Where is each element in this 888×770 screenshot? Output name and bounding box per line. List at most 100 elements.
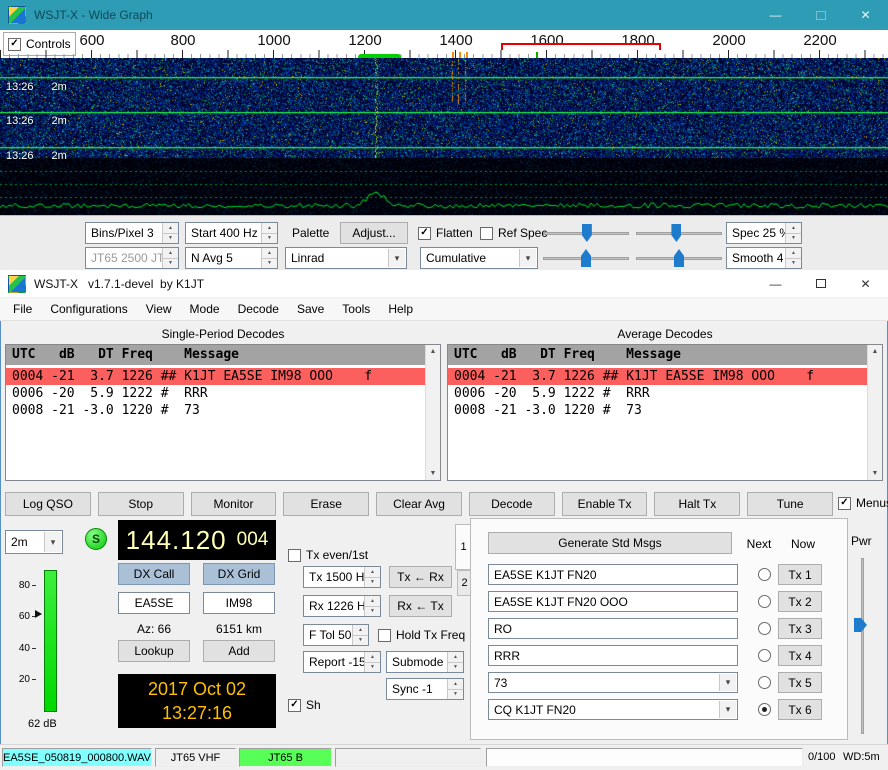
dx-call-field[interactable]: EA5SE: [118, 592, 190, 614]
generate-std-msgs-button[interactable]: Generate Std Msgs: [488, 532, 732, 554]
scroll-down-icon[interactable]: ▼: [430, 470, 437, 477]
tx-select-radio-1[interactable]: [758, 568, 771, 581]
spectrum-zero-slider[interactable]: [636, 249, 722, 267]
tx-select-radio-4[interactable]: [758, 649, 771, 662]
tx-2-button[interactable]: Tx 2: [778, 591, 822, 612]
maximize-button[interactable]: [798, 0, 843, 30]
f-tol-spinbox[interactable]: F Tol 50 ▲▼: [303, 624, 369, 646]
waterfall-zero-slider[interactable]: [636, 224, 722, 242]
spin-arrows[interactable]: ▲▼: [162, 223, 178, 243]
spin-arrows[interactable]: ▲▼: [447, 679, 463, 699]
tx-select-radio-5[interactable]: [758, 676, 771, 689]
tx-1-button[interactable]: Tx 1: [778, 564, 822, 585]
menu-item-tools[interactable]: Tools: [333, 299, 379, 319]
rx-freq-spinbox[interactable]: Rx 1226 Hz ▲▼: [303, 595, 381, 617]
rx-from-tx-button[interactable]: Rx ← Tx: [389, 595, 452, 617]
slider-handle[interactable]: [674, 249, 684, 267]
tx-select-radio-3[interactable]: [758, 622, 771, 635]
enable-tx-button[interactable]: Enable Tx: [562, 492, 648, 516]
sh-checkbox[interactable]: ✓ Sh: [288, 698, 321, 712]
menu-item-view[interactable]: View: [137, 299, 181, 319]
smooth-spinbox[interactable]: Smooth 4 ▲▼: [726, 247, 802, 269]
slider-handle[interactable]: [671, 224, 681, 242]
tx-message-2-field[interactable]: EA5SE K1JT FN20 OOO: [488, 591, 738, 612]
tx-3-button[interactable]: Tx 3: [778, 618, 822, 639]
decode-row[interactable]: 0006 -20 5.9 1222 # RRR: [448, 385, 882, 402]
erase-button[interactable]: Erase: [283, 492, 369, 516]
halt-tx-button[interactable]: Halt Tx: [654, 492, 740, 516]
spin-arrows[interactable]: ▲▼: [785, 248, 801, 268]
menu-item-file[interactable]: File: [4, 299, 41, 319]
spin-arrows[interactable]: ▲▼: [261, 223, 277, 243]
ref-spec-checkbox[interactable]: ✓ Ref Spec: [480, 226, 547, 240]
dx-grid-field[interactable]: IM98: [203, 592, 275, 614]
add-button[interactable]: Add: [203, 640, 275, 662]
band-combo[interactable]: 2m ▾: [5, 530, 63, 554]
tx-freq-spinbox[interactable]: Tx 1500 Hz ▲▼: [303, 566, 381, 588]
tx-6-button[interactable]: Tx 6: [778, 699, 822, 720]
decode-row[interactable]: 0008 -21 -3.0 1220 # 73: [6, 402, 440, 419]
decode-row[interactable]: 0004 -21 3.7 1226 ## K1JT EA5SE IM98 OOO…: [448, 368, 882, 385]
monitor-button[interactable]: Monitor: [191, 492, 277, 516]
tx-message-5-combo[interactable]: 73▾: [488, 672, 738, 693]
menu-item-save[interactable]: Save: [288, 299, 333, 319]
tx-message-1-field[interactable]: EA5SE K1JT FN20: [488, 564, 738, 585]
log-qso-button[interactable]: Log QSO: [5, 492, 91, 516]
waterfall-display[interactable]: [0, 58, 888, 215]
palette-combo[interactable]: Linrad ▾: [285, 247, 407, 269]
spectrum-gain-slider[interactable]: [543, 249, 629, 267]
bins-pixel-spinbox[interactable]: Bins/Pixel 3 ▲▼: [85, 222, 179, 244]
spin-arrows[interactable]: ▲▼: [364, 652, 380, 672]
tx-message-3-field[interactable]: RO: [488, 618, 738, 639]
lookup-button[interactable]: Lookup: [118, 640, 190, 662]
decode-row[interactable]: 0004 -21 3.7 1226 ## K1JT EA5SE IM98 OOO…: [6, 368, 440, 385]
tab-2[interactable]: 2: [457, 570, 471, 596]
tx-select-radio-6[interactable]: [758, 703, 771, 716]
scroll-up-icon[interactable]: ▲: [430, 348, 437, 355]
scrollbar[interactable]: ▲▼: [425, 345, 440, 480]
tx-select-radio-2[interactable]: [758, 595, 771, 608]
tx-4-button[interactable]: Tx 4: [778, 645, 822, 666]
spin-arrows[interactable]: ▲▼: [364, 567, 380, 587]
tab-1[interactable]: 1: [455, 524, 471, 570]
n-avg-spinbox[interactable]: N Avg 5 ▲▼: [185, 247, 278, 269]
maximize-button[interactable]: [798, 270, 843, 297]
spin-arrows[interactable]: ▲▼: [447, 652, 463, 672]
minimize-button[interactable]: —: [753, 0, 798, 30]
menu-item-configurations[interactable]: Configurations: [41, 299, 136, 319]
waterfall-gain-slider[interactable]: [543, 224, 629, 242]
spin-arrows[interactable]: ▲▼: [785, 223, 801, 243]
spin-arrows[interactable]: ▲▼: [261, 248, 277, 268]
decode-button[interactable]: Decode: [469, 492, 555, 516]
spectrum-mode-combo[interactable]: Cumulative ▾: [420, 247, 538, 269]
flatten-checkbox[interactable]: ✓ Flatten: [418, 226, 473, 240]
menu-item-help[interactable]: Help: [379, 299, 422, 319]
tune-button[interactable]: Tune: [747, 492, 833, 516]
slider-handle[interactable]: [582, 224, 592, 242]
scroll-up-icon[interactable]: ▲: [872, 348, 879, 355]
spin-arrows[interactable]: ▲▼: [364, 596, 380, 616]
slider-handle[interactable]: [581, 249, 591, 267]
clear-avg-button[interactable]: Clear Avg: [376, 492, 462, 516]
decode-row[interactable]: 0006 -20 5.9 1222 # RRR: [6, 385, 440, 402]
dx-call-button[interactable]: DX Call: [118, 563, 190, 585]
dx-grid-button[interactable]: DX Grid: [203, 563, 275, 585]
spec-percent-spinbox[interactable]: Spec 25 % ▲▼: [726, 222, 802, 244]
adjust-palette-button[interactable]: Adjust...: [340, 222, 408, 244]
close-button[interactable]: ✕: [843, 270, 888, 297]
pwr-slider-handle[interactable]: [854, 618, 867, 632]
pwr-slider[interactable]: [861, 558, 864, 734]
start-freq-spinbox[interactable]: Start 400 Hz ▲▼: [185, 222, 278, 244]
scrollbar[interactable]: ▲▼: [867, 345, 882, 480]
tx-even-checkbox[interactable]: ✓ Tx even/1st: [288, 548, 368, 562]
minimize-button[interactable]: —: [753, 270, 798, 297]
hold-tx-freq-checkbox[interactable]: ✓ Hold Tx Freq: [378, 628, 465, 642]
menu-item-decode[interactable]: Decode: [229, 299, 288, 319]
tx-5-button[interactable]: Tx 5: [778, 672, 822, 693]
scroll-down-icon[interactable]: ▼: [872, 470, 879, 477]
submode-spinbox[interactable]: Submode B ▲▼: [386, 651, 464, 673]
tx-from-rx-button[interactable]: Tx ← Rx: [389, 566, 452, 588]
stop-button[interactable]: Stop: [98, 492, 184, 516]
tx-message-6-combo[interactable]: CQ K1JT FN20▾: [488, 699, 738, 720]
report-spinbox[interactable]: Report -15 ▲▼: [303, 651, 381, 673]
